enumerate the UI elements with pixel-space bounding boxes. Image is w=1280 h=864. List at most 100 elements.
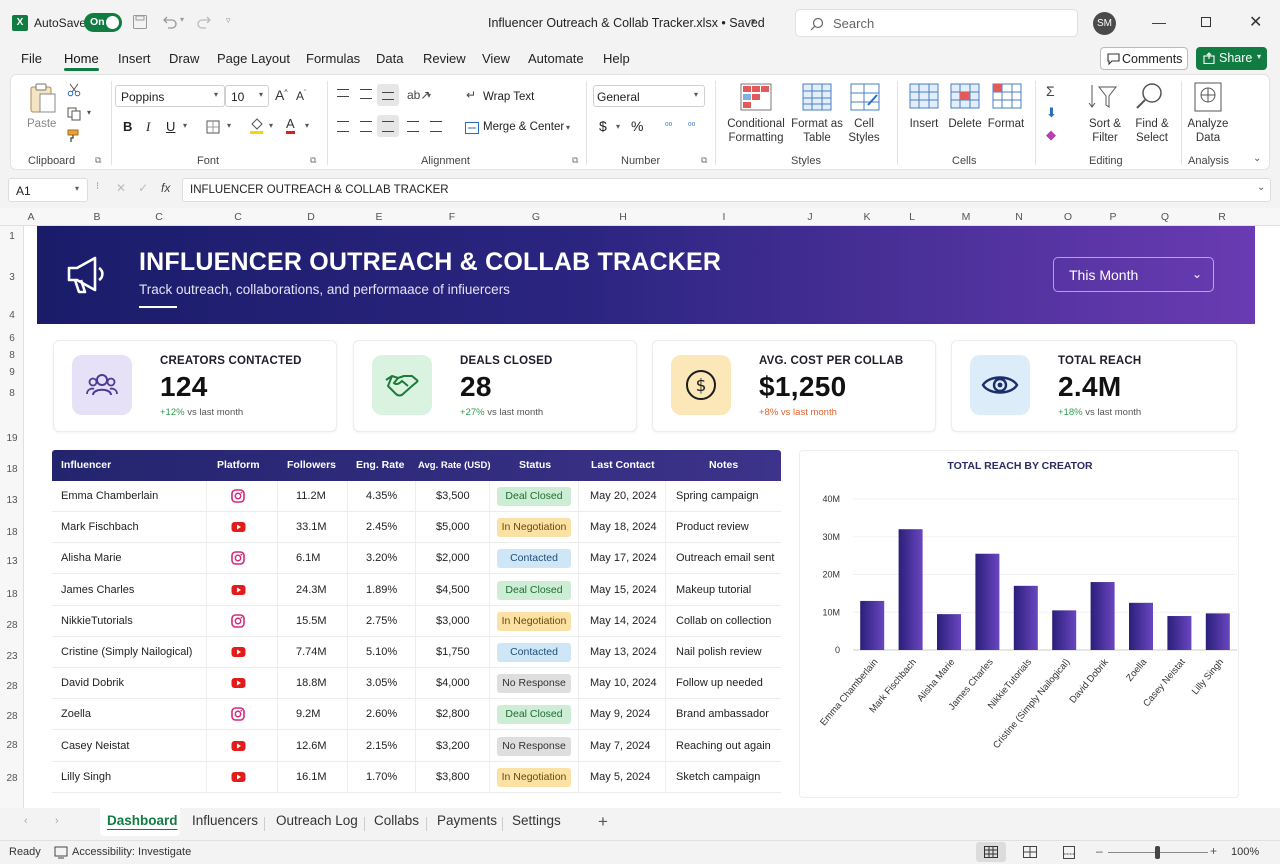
cell-avg-rate[interactable]: $2,000 (436, 543, 470, 574)
header-last-contact[interactable]: Last Contact (591, 450, 655, 481)
row-header[interactable]: 23 (0, 651, 24, 662)
header-platform[interactable]: Platform (217, 450, 260, 481)
increase-font-icon[interactable]: A^ (275, 87, 288, 103)
bold-icon[interactable]: B (123, 119, 132, 134)
status-badge[interactable]: No Response (497, 736, 571, 756)
header-eng-rate[interactable]: Eng. Rate (356, 450, 404, 481)
cell-followers[interactable]: 18.8M (296, 668, 327, 699)
row-header[interactable]: 8 (0, 350, 24, 361)
cell-last-contact[interactable]: May 7, 2024 (590, 731, 651, 762)
column-header[interactable]: E (371, 208, 387, 226)
redo-icon[interactable] (196, 14, 214, 30)
confirm-entry-icon[interactable]: ✓ (138, 181, 148, 195)
autosave-toggle[interactable]: On (84, 13, 122, 32)
menu-review[interactable]: Review (423, 51, 466, 66)
menu-help[interactable]: Help (603, 51, 630, 66)
align-top-icon[interactable] (337, 89, 349, 97)
column-header[interactable]: F (444, 208, 460, 226)
menu-automate[interactable]: Automate (528, 51, 584, 66)
column-header[interactable]: G (528, 208, 544, 226)
decrease-indent-icon[interactable] (407, 121, 419, 132)
table-row[interactable]: Alisha Marie 6.1M 3.20% $2,000 May 17, 2024 O… (52, 543, 781, 575)
column-header[interactable]: K (859, 208, 875, 226)
cell-notes[interactable]: Nail polish review (676, 637, 762, 668)
maximize-icon[interactable] (1201, 17, 1211, 27)
insert-function-icon[interactable]: fx (161, 181, 170, 195)
tab-outreach-log[interactable]: Outreach Log (276, 813, 358, 828)
column-header[interactable]: O (1060, 208, 1076, 226)
align-bottom-icon[interactable] (377, 84, 399, 106)
conditional-formatting-label[interactable]: Conditional Formatting (721, 117, 791, 145)
tab-dashboard[interactable]: Dashboard (107, 813, 178, 828)
cell-eng-rate[interactable]: 2.75% (366, 606, 397, 637)
copy-dropdown-icon[interactable]: ▾ (87, 108, 91, 117)
percent-icon[interactable]: % (631, 118, 643, 134)
row-header[interactable]: 28 (0, 740, 24, 751)
header-status[interactable]: Status (519, 450, 551, 481)
column-header[interactable]: H (615, 208, 631, 226)
merge-center-label[interactable]: Merge & Center (483, 121, 564, 133)
menu-page-layout[interactable]: Page Layout (217, 51, 290, 66)
underline-dropdown-icon[interactable]: ▾ (183, 121, 187, 130)
copy-icon[interactable] (67, 107, 81, 121)
format-painter-icon[interactable] (67, 129, 82, 143)
autosum-icon[interactable]: Σ (1046, 83, 1055, 99)
user-avatar[interactable]: SM (1093, 12, 1116, 35)
row-header[interactable]: 4 (0, 310, 24, 321)
search-box[interactable]: Search (795, 9, 1078, 37)
row-header[interactable]: 13 (0, 556, 24, 567)
status-badge[interactable]: In Negotiation (497, 611, 571, 631)
row-header[interactable]: 18 (0, 527, 24, 538)
bar-emma-chamberlain[interactable] (860, 600, 885, 650)
decrease-font-icon[interactable]: Aˇ (296, 89, 306, 103)
cell-notes[interactable]: Spring campaign (676, 481, 759, 512)
row-header[interactable]: 8 (0, 388, 24, 399)
cell-avg-rate[interactable]: $4,500 (436, 575, 470, 606)
cell-eng-rate[interactable]: 3.20% (366, 543, 397, 574)
column-header[interactable]: B (89, 208, 105, 226)
cell-followers[interactable]: 24.3M (296, 575, 327, 606)
tab-influencers[interactable]: Influencers (192, 813, 258, 828)
cell-avg-rate[interactable]: $5,000 (436, 512, 470, 543)
insert-cells-icon[interactable] (909, 83, 939, 109)
underline-icon[interactable]: U (166, 119, 175, 134)
row-header[interactable]: 6 (0, 333, 24, 344)
menu-view[interactable]: View (482, 51, 510, 66)
page-layout-view-icon[interactable] (1023, 846, 1037, 858)
merge-dropdown-icon[interactable]: ▾ (566, 123, 570, 132)
cell-eng-rate[interactable]: 1.70% (366, 762, 397, 793)
cell-last-contact[interactable]: May 14, 2024 (590, 606, 657, 637)
share-button[interactable]: Share ▾ (1196, 47, 1267, 70)
menu-file[interactable]: File (21, 51, 42, 66)
row-header[interactable]: 19 (0, 433, 24, 444)
table-row[interactable]: David Dobrik 18.8M 3.05% $4,000 May 10, 2024… (52, 668, 781, 700)
column-header[interactable]: N (1011, 208, 1027, 226)
status-badge[interactable]: Contacted (497, 643, 571, 662)
format-as-table-label[interactable]: Format as Table (789, 117, 845, 145)
cell-avg-rate[interactable]: $3,500 (436, 481, 470, 512)
cell-followers[interactable]: 16.1M (296, 762, 327, 793)
cell-followers[interactable]: 33.1M (296, 512, 327, 543)
tab-payments[interactable]: Payments (437, 813, 497, 828)
zoom-out-icon[interactable]: – (1096, 844, 1103, 858)
cell-last-contact[interactable]: May 10, 2024 (590, 668, 657, 699)
clipboard-launcher-icon[interactable]: ⧉ (95, 155, 101, 166)
customize-qat-icon[interactable]: ▿ (226, 15, 231, 26)
insert-cells-label[interactable]: Insert (904, 117, 944, 131)
minimize-icon[interactable]: — (1152, 14, 1166, 30)
borders-dropdown-icon[interactable]: ▾ (227, 121, 231, 130)
font-launcher-icon[interactable]: ⧉ (310, 155, 316, 166)
sort-filter-icon[interactable] (1088, 83, 1120, 111)
cell-influencer[interactable]: Alisha Marie (61, 543, 122, 574)
font-color-icon[interactable]: A (286, 117, 295, 134)
cell-styles-icon[interactable] (850, 83, 880, 111)
status-badge[interactable]: Deal Closed (497, 705, 571, 725)
number-format-select[interactable]: General ▾ (593, 85, 705, 107)
column-header[interactable]: Q (1157, 208, 1173, 226)
menu-formulas[interactable]: Formulas (306, 51, 360, 66)
bar-casey-neistat[interactable] (1167, 616, 1192, 650)
title-dropdown-icon[interactable]: ▾ (751, 16, 756, 27)
table-row[interactable]: Cristine (Simply Nailogical) 7.74M 5.10% $1… (52, 637, 781, 668)
bar-lilly-singh[interactable] (1205, 613, 1230, 650)
bar-alisha-marie[interactable] (937, 614, 961, 650)
